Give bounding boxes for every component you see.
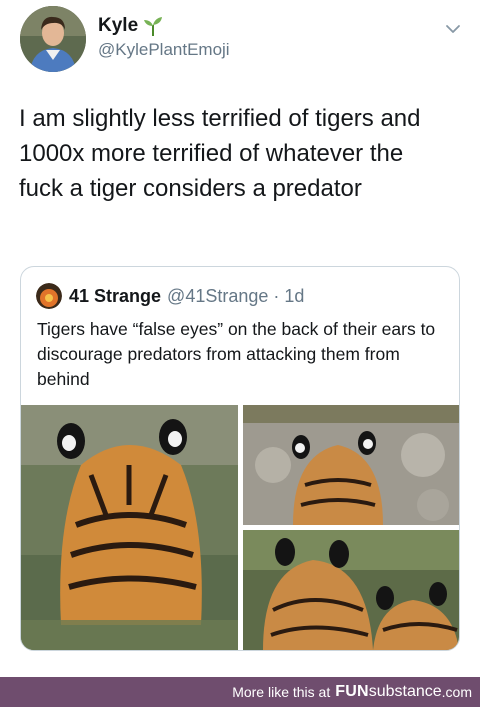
tiger-photo-pair[interactable] — [243, 530, 459, 650]
quoted-avatar — [36, 283, 62, 309]
footer-brand-bold: FUN — [335, 683, 369, 700]
footer-text: More like this at — [232, 684, 331, 700]
user-handle[interactable]: @KylePlantEmoji — [98, 40, 230, 60]
footer-brand-tld: .com — [441, 684, 472, 700]
display-name[interactable]: Kyle — [98, 15, 138, 37]
tweet-text: I am slightly less terrified of tigers a… — [19, 105, 421, 202]
quoted-tweet-card[interactable]: 41 Strange @41Strange · 1d Tigers have “… — [20, 266, 460, 651]
avatar[interactable] — [20, 6, 86, 72]
quoted-handle-time: @41Strange · 1d — [167, 285, 305, 306]
seedling-icon — [142, 15, 164, 37]
site-footer-banner[interactable]: More like this at FUN substance .com — [0, 677, 480, 707]
quoted-display-name: 41 Strange — [69, 285, 162, 306]
footer-brand-light: substance — [368, 683, 442, 700]
display-name-row: Kyle — [98, 15, 164, 37]
tweet-header: Kyle @KylePlantEmoji — [20, 6, 470, 74]
quoted-tweet-header: 41 Strange @41Strange · 1d — [36, 283, 304, 309]
quoted-tweet-text: Tigers have “false eyes” on the back of … — [37, 319, 436, 389]
tiger-photo-rocks[interactable] — [243, 405, 459, 525]
chevron-down-icon[interactable] — [444, 20, 462, 38]
tiger-photo-water[interactable] — [21, 405, 238, 650]
